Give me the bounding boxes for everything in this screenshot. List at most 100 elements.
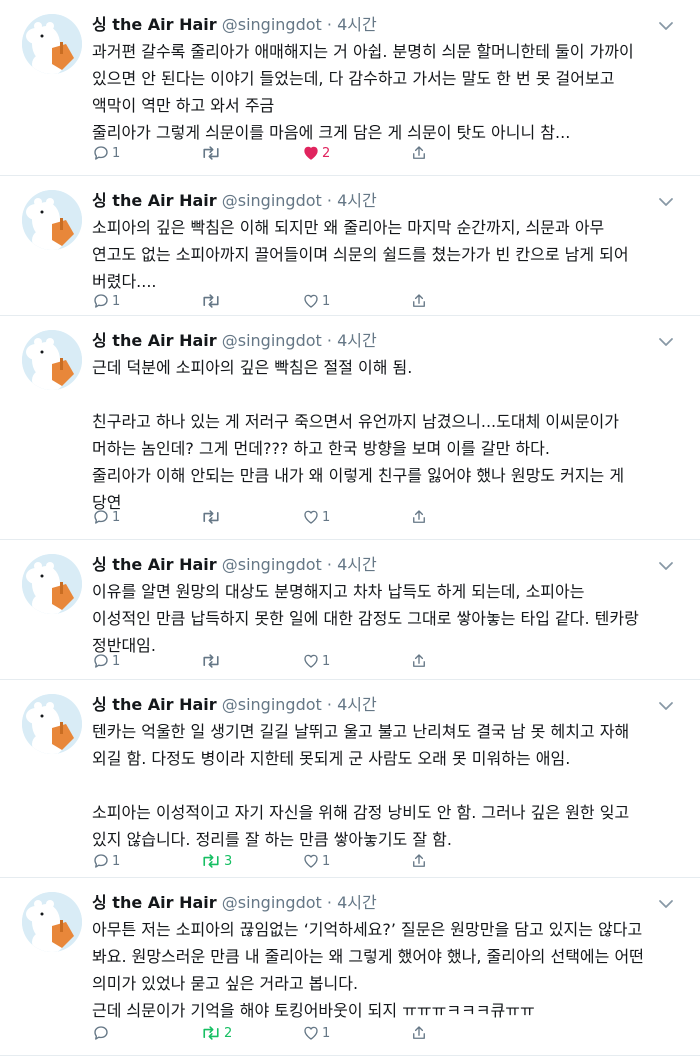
retweet-count: 3 (224, 853, 233, 869)
retweet-button[interactable] (200, 142, 224, 164)
retweet-icon (200, 292, 222, 310)
tweet-text: 근데 덕분에 소피아의 깊은 빡침은 절절 이해 됨. 친구라고 하나 있는 게… (92, 358, 625, 512)
retweet-button[interactable] (200, 650, 224, 672)
share-icon (410, 1024, 428, 1042)
chevron-down-icon[interactable] (658, 894, 674, 908)
reply-button[interactable]: 1 (92, 850, 120, 872)
like-button[interactable]: 1 (302, 650, 330, 672)
chevron-down-icon[interactable] (658, 16, 674, 30)
user-handle[interactable]: @singingdot (222, 695, 322, 714)
like-count: 1 (322, 653, 331, 669)
like-count: 1 (322, 293, 331, 309)
tweet[interactable]: 싱 the Air Hair @singingdot · 4시간 소피아의 깊은… (0, 176, 700, 316)
share-button[interactable] (410, 290, 428, 312)
reply-button[interactable]: 1 (92, 506, 120, 528)
heart-icon (302, 292, 320, 310)
share-button[interactable] (410, 142, 428, 164)
tweet-text: 아무튼 저는 소피아의 끊임없는 ‘기억하세요?’ 질문은 원망만을 담고 있지… (92, 920, 644, 1020)
heart-icon (302, 652, 320, 670)
share-button[interactable] (410, 1022, 428, 1044)
retweet-icon (200, 652, 222, 670)
tweet-header: 싱 the Air Hair @singingdot · 4시간 (92, 190, 377, 214)
reply-icon (92, 852, 110, 870)
avatar[interactable] (22, 892, 82, 952)
share-icon (410, 508, 428, 526)
reply-icon (92, 652, 110, 670)
retweet-icon (200, 508, 222, 526)
user-handle[interactable]: @singingdot (222, 15, 322, 34)
reply-count: 1 (112, 853, 121, 869)
user-handle[interactable]: @singingdot (222, 555, 322, 574)
separator-dot: · (326, 555, 332, 574)
like-count: 1 (322, 1025, 331, 1041)
avatar[interactable] (22, 330, 82, 390)
reply-button[interactable]: 1 (92, 650, 120, 672)
avatar[interactable] (22, 694, 82, 754)
reply-count: 1 (112, 509, 121, 525)
tweet[interactable]: 싱 the Air Hair @singingdot · 4시간 과거편 갈수록… (0, 0, 700, 176)
heart-icon (302, 852, 320, 870)
display-name[interactable]: 싱 the Air Hair (92, 331, 217, 350)
tweet-header: 싱 the Air Hair @singingdot · 4시간 (92, 14, 377, 38)
timestamp[interactable]: 4시간 (337, 191, 377, 210)
tweet-text: 소피아의 깊은 빡침은 이해 되지만 왜 줄리아는 마지막 순간까지, 싀문과 … (92, 218, 629, 291)
avatar[interactable] (22, 554, 82, 614)
chevron-down-icon[interactable] (658, 696, 674, 710)
user-handle[interactable]: @singingdot (222, 331, 322, 350)
display-name[interactable]: 싱 the Air Hair (92, 555, 217, 574)
share-button[interactable] (410, 850, 428, 872)
tweet[interactable]: 싱 the Air Hair @singingdot · 4시간 근데 덕분에 … (0, 316, 700, 540)
display-name[interactable]: 싱 the Air Hair (92, 695, 217, 714)
tweet[interactable]: 싱 the Air Hair @singingdot · 4시간 텐카는 억울한… (0, 680, 700, 878)
moomin-avatar-icon (22, 330, 82, 390)
timestamp[interactable]: 4시간 (337, 695, 377, 714)
user-handle[interactable]: @singingdot (222, 191, 322, 210)
user-handle[interactable]: @singingdot (222, 893, 322, 912)
chevron-down-icon[interactable] (658, 192, 674, 206)
reply-count: 1 (112, 653, 121, 669)
tweet[interactable]: 싱 the Air Hair @singingdot · 4시간 아무튼 저는 … (0, 878, 700, 1056)
reply-button[interactable]: 1 (92, 290, 120, 312)
retweet-button[interactable]: 2 (200, 1022, 232, 1044)
tweet-header: 싱 the Air Hair @singingdot · 4시간 (92, 554, 377, 578)
like-button[interactable]: 2 (302, 142, 330, 164)
avatar[interactable] (22, 190, 82, 250)
share-button[interactable] (410, 650, 428, 672)
retweet-button[interactable]: 3 (200, 850, 232, 872)
display-name[interactable]: 싱 the Air Hair (92, 893, 217, 912)
reply-icon (92, 144, 110, 162)
timestamp[interactable]: 4시간 (337, 555, 377, 574)
separator-dot: · (326, 191, 332, 210)
tweet[interactable]: 싱 the Air Hair @singingdot · 4시간 이유를 알면 … (0, 540, 700, 680)
tweet-actions: 1 1 (92, 290, 452, 312)
like-button[interactable]: 1 (302, 850, 330, 872)
tweet-header: 싱 the Air Hair @singingdot · 4시간 (92, 694, 377, 718)
chevron-down-icon[interactable] (658, 556, 674, 570)
heart-icon (302, 1024, 320, 1042)
tweet-actions: 1 1 (92, 650, 452, 672)
like-count: 1 (322, 509, 331, 525)
display-name[interactable]: 싱 the Air Hair (92, 191, 217, 210)
tweet-text: 텐카는 억울한 일 생기면 길길 날뛰고 울고 불고 난리쳐도 결국 남 못 헤… (92, 722, 630, 849)
timestamp[interactable]: 4시간 (337, 893, 377, 912)
separator-dot: · (326, 15, 332, 34)
display-name[interactable]: 싱 the Air Hair (92, 15, 217, 34)
retweet-button[interactable] (200, 506, 224, 528)
timestamp[interactable]: 4시간 (337, 331, 377, 350)
retweet-button[interactable] (200, 290, 224, 312)
timestamp[interactable]: 4시간 (337, 15, 377, 34)
like-button[interactable]: 1 (302, 506, 330, 528)
like-button[interactable]: 1 (302, 1022, 330, 1044)
chevron-down-icon[interactable] (658, 332, 674, 346)
share-button[interactable] (410, 506, 428, 528)
moomin-avatar-icon (22, 892, 82, 952)
retweet-icon (200, 144, 222, 162)
retweet-count: 2 (224, 1025, 233, 1041)
moomin-avatar-icon (22, 694, 82, 754)
avatar[interactable] (22, 14, 82, 74)
like-count: 1 (322, 853, 331, 869)
reply-button[interactable]: 1 (92, 142, 120, 164)
heart-icon (302, 508, 320, 526)
like-button[interactable]: 1 (302, 290, 330, 312)
reply-button[interactable] (92, 1022, 112, 1044)
